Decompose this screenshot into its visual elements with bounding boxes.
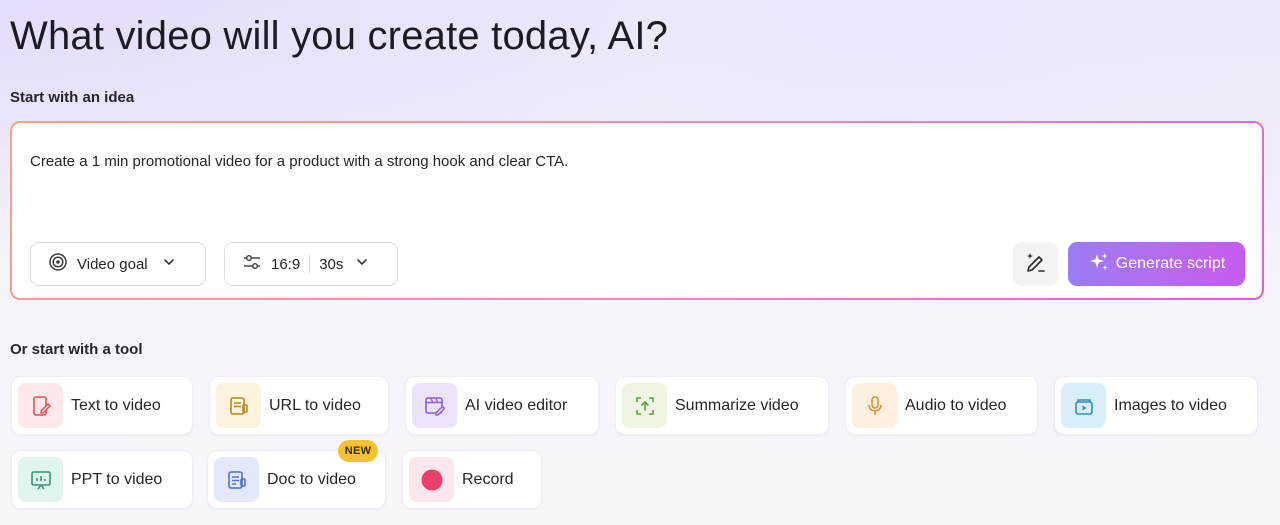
- generate-script-label: Generate script: [1115, 255, 1226, 272]
- format-settings-dropdown[interactable]: 16:9 30s: [224, 242, 398, 286]
- tool-url-to-video[interactable]: URL to video: [209, 376, 389, 435]
- duration-value: 30s: [319, 255, 344, 273]
- tool-record[interactable]: Record: [402, 450, 542, 509]
- tool-ai-video-editor[interactable]: AI video editor: [405, 376, 599, 435]
- video-goal-dropdown[interactable]: Video goal: [30, 242, 206, 286]
- tool-label: Summarize video: [675, 396, 799, 414]
- magic-pen-button[interactable]: [1013, 242, 1058, 286]
- prompt-text[interactable]: Create a 1 min promotional video for a p…: [30, 153, 568, 170]
- microphone-icon: [852, 383, 897, 428]
- tool-summarize-video[interactable]: Summarize video: [615, 376, 829, 435]
- page-title: What video will you create today, AI?: [10, 14, 669, 58]
- url-document-icon: [216, 383, 261, 428]
- idea-prompt-box[interactable]: Create a 1 min promotional video for a p…: [10, 121, 1264, 300]
- tool-label: URL to video: [269, 396, 361, 414]
- tool-label: AI video editor: [465, 396, 568, 414]
- sparkle-icon: [1088, 251, 1110, 278]
- idea-section-label: Start with an idea: [10, 89, 135, 106]
- video-goal-label: Video goal: [77, 255, 148, 273]
- ai-editor-icon: [412, 383, 457, 428]
- sliders-icon: [242, 252, 262, 276]
- target-icon: [48, 252, 68, 276]
- tool-label: Text to video: [71, 396, 161, 414]
- new-badge: NEW: [338, 440, 378, 462]
- document-icon: [214, 457, 259, 502]
- chevron-down-icon: [162, 255, 176, 273]
- aspect-ratio-value: 16:9: [271, 255, 301, 273]
- tool-audio-to-video[interactable]: Audio to video: [845, 376, 1038, 435]
- tool-label: Images to video: [1114, 396, 1227, 414]
- pill-divider: [309, 255, 311, 273]
- record-icon: [409, 457, 454, 502]
- tool-ppt-to-video[interactable]: PPT to video: [11, 450, 193, 509]
- tool-section-label: Or start with a tool: [10, 341, 143, 358]
- generate-script-button[interactable]: Generate script: [1068, 242, 1245, 286]
- magic-pen-icon: [1024, 250, 1048, 279]
- tool-images-to-video[interactable]: Images to video: [1054, 376, 1258, 435]
- tool-label: Record: [462, 470, 514, 488]
- tool-label: Doc to video: [267, 470, 356, 488]
- presentation-icon: [18, 457, 63, 502]
- chevron-down-icon: [355, 255, 369, 273]
- text-video-icon: [18, 383, 63, 428]
- tool-label: PPT to video: [71, 470, 163, 488]
- images-icon: [1061, 383, 1106, 428]
- tool-label: Audio to video: [905, 396, 1007, 414]
- tool-text-to-video[interactable]: Text to video: [11, 376, 193, 435]
- summarize-icon: [622, 383, 667, 428]
